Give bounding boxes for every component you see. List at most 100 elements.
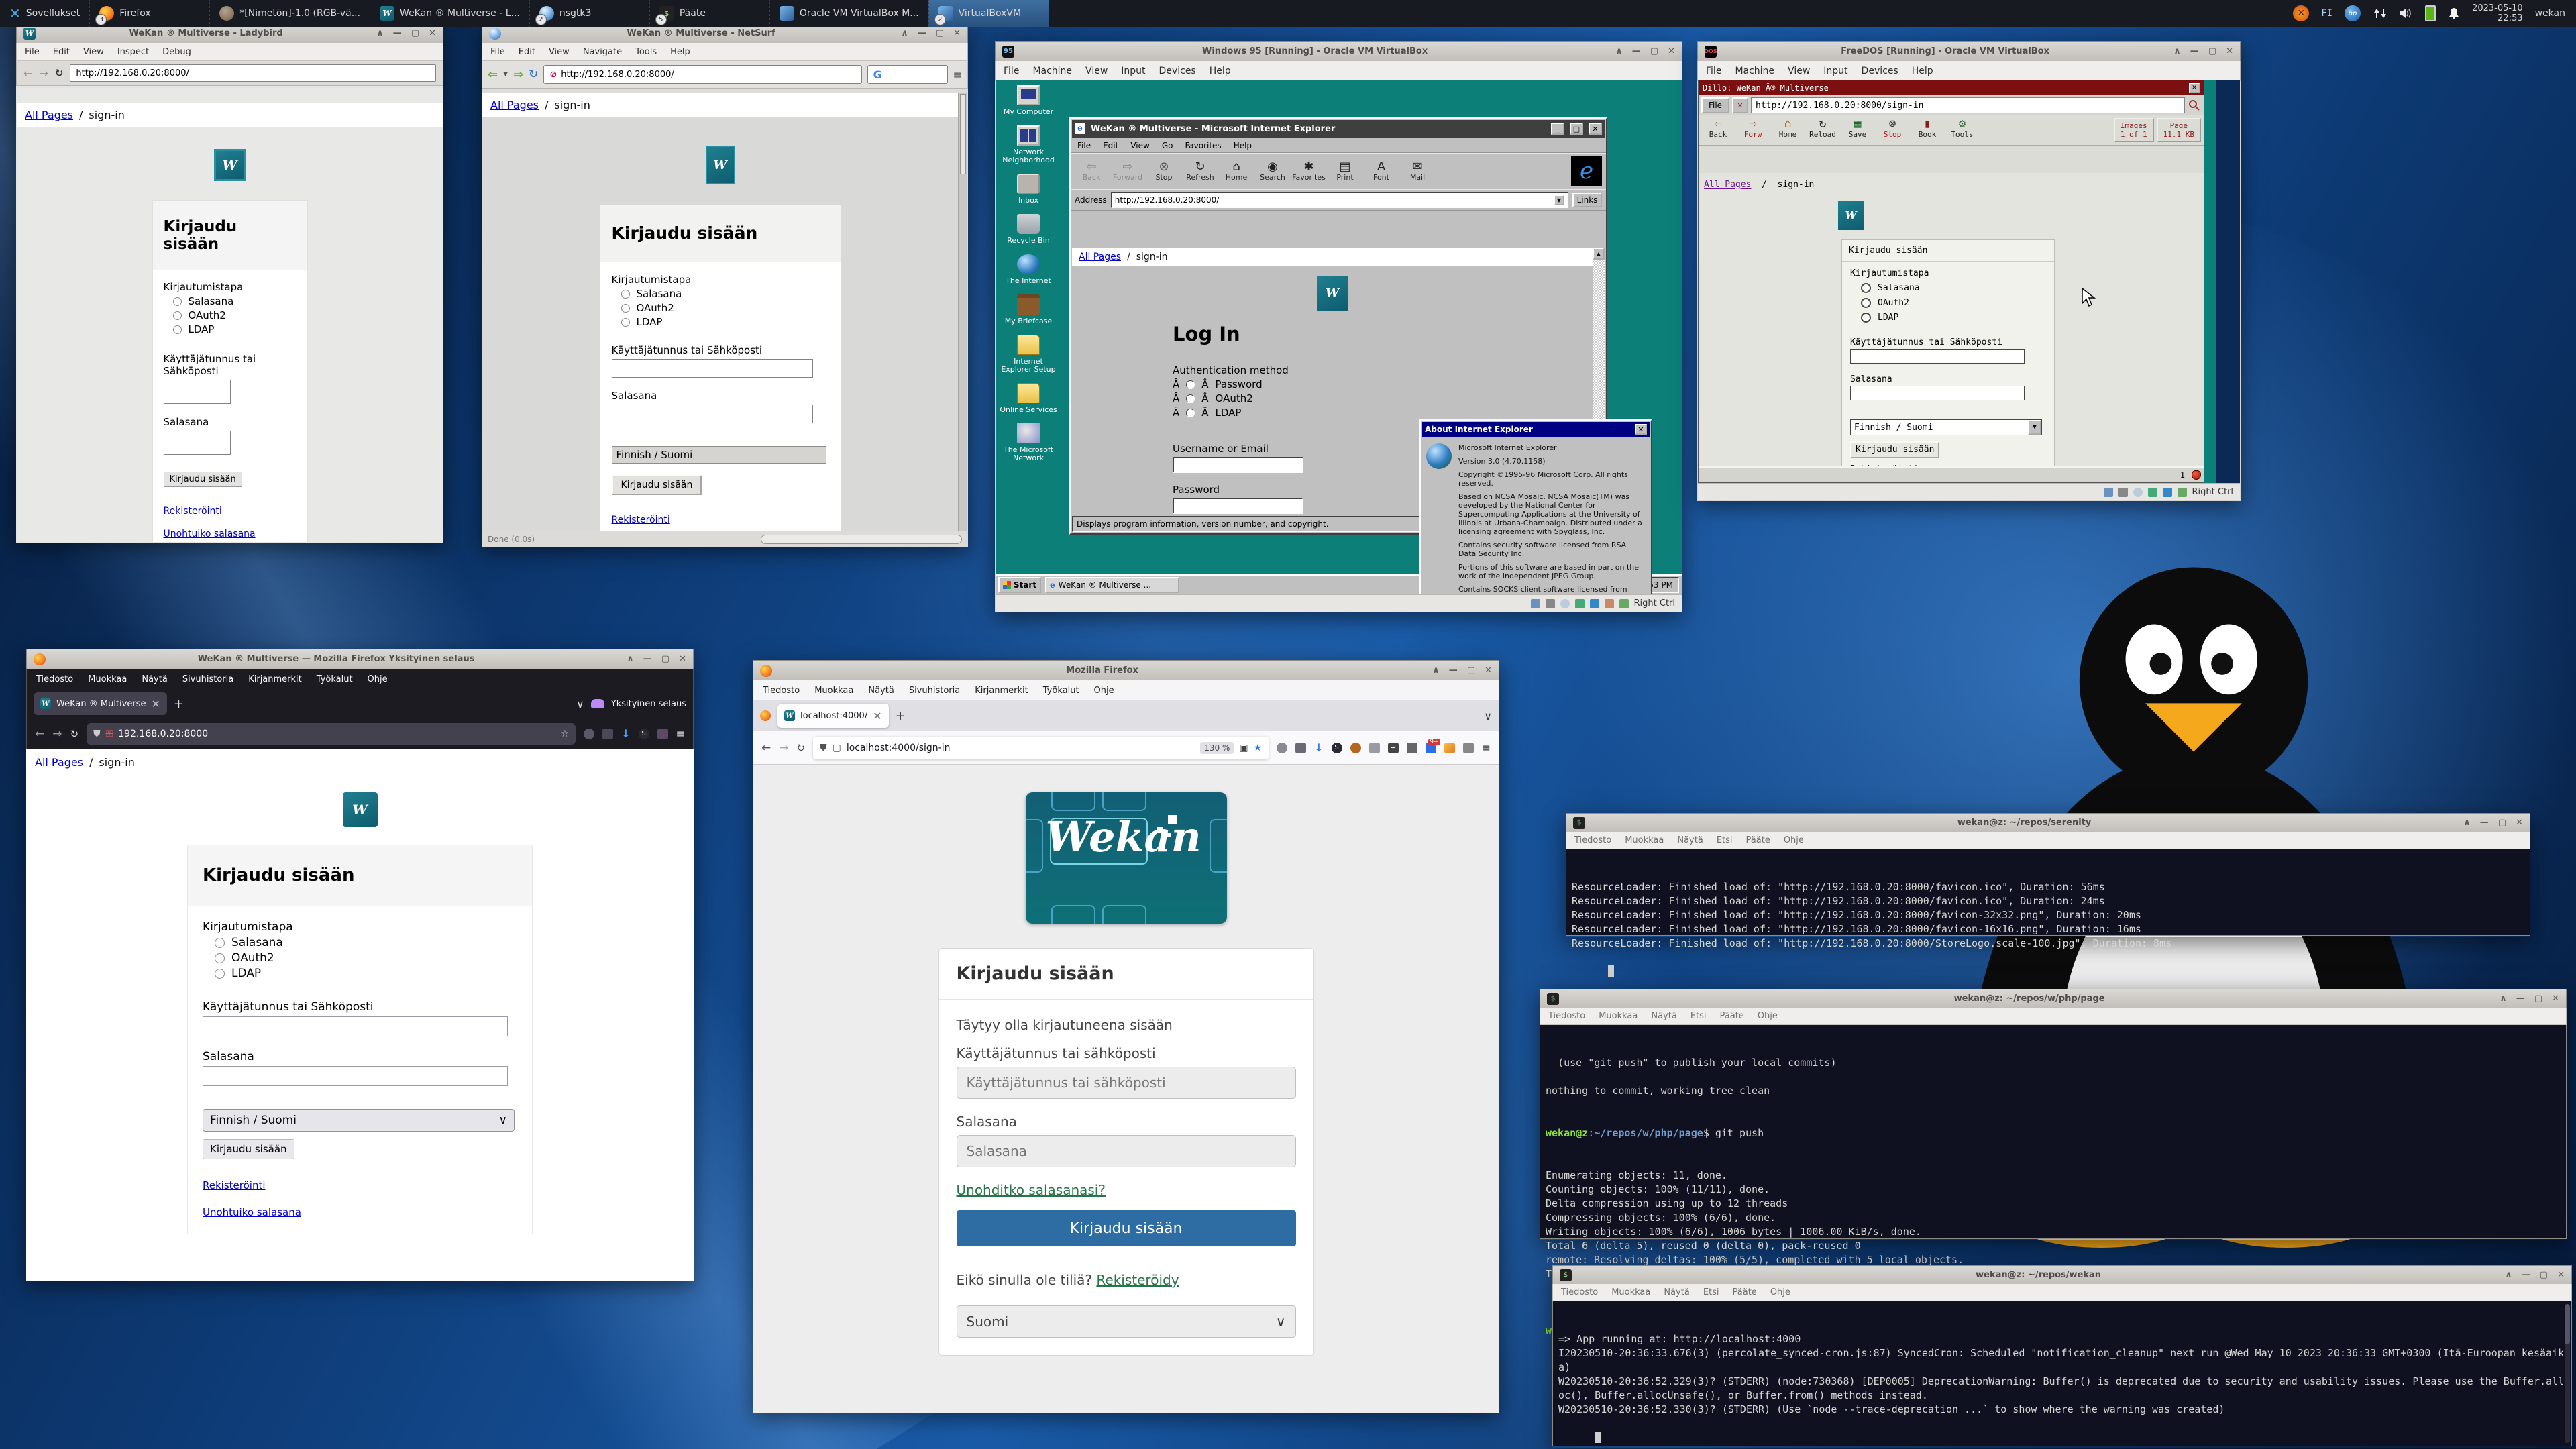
menu-item[interactable]: Etsi [1717,835,1733,845]
menu-item[interactable]: Help [1210,66,1231,76]
menu-item[interactable]: Sivuhistoria [909,686,960,696]
vbox-video-icon[interactable] [1619,599,1629,608]
all-pages-link[interactable]: All Pages [25,109,73,121]
radio-row[interactable]: LDAP [164,323,297,335]
search-button[interactable]: ◉Search [1256,161,1289,182]
radio-row[interactable]: ÂÂPassword [1173,378,1593,390]
close-button[interactable]: ✕ [1485,665,1492,676]
close-button[interactable]: ✕ [2226,46,2233,56]
bug-meter-count[interactable]: 1 [2176,470,2189,480]
taskbar-item-nsgtk3[interactable]: nsgtk3 2 [529,0,649,27]
shield-check-icon[interactable] [1295,743,1306,753]
close-button[interactable]: ✕ [953,28,961,38]
radio-row[interactable]: OAuth2 [203,951,517,965]
battery-icon[interactable] [2425,5,2436,21]
radio-ldap[interactable] [1861,313,1871,323]
radio-password[interactable] [173,297,182,306]
maximize-button[interactable]: ▢ [2498,818,2506,828]
forgot-password-link[interactable]: Unohtuiko salasana [203,1206,301,1218]
forgot-password-link[interactable]: Unohditko salasanasi? [957,1182,1106,1198]
menu-item[interactable]: Muokkaa [814,686,853,696]
taskbar-item-wekan-ladybird[interactable]: W WeKan ® Multiverse - L... [370,0,529,27]
language-select[interactable]: Finnish / Suomi∨ [203,1109,515,1132]
home-button[interactable]: ⌂Home [1220,161,1253,182]
username-input[interactable] [957,1067,1296,1099]
extensions-puzzle-icon[interactable]: + [1388,743,1399,753]
menu-hamburger-icon[interactable]: ≡ [1482,741,1491,754]
minimize-button[interactable]: — [1632,46,1641,56]
forgot-password-link[interactable]: Unohtuiko salasana [164,529,256,539]
print-button[interactable]: ▤Print [1328,161,1362,182]
menu-item[interactable]: Machine [1032,66,1072,76]
extension-shield-icon[interactable] [1369,743,1380,753]
radio-oauth2[interactable] [1861,298,1871,308]
menu-item[interactable]: Pääte [1720,1011,1744,1021]
menu-item[interactable]: Devices [1862,66,1898,76]
language-select[interactable]: Suomi∨ [957,1305,1296,1338]
close-button[interactable]: ✕ [1668,46,1675,56]
username-input[interactable] [164,380,231,404]
signin-button[interactable]: Kirjaudu sisään [164,472,242,487]
shade-button[interactable]: ∧ [1432,665,1440,676]
radio-password[interactable] [215,938,225,948]
terminal-titlebar[interactable]: $ wekan@z: ~/repos/serenity ∧—▢✕ [1566,813,2530,832]
desktop-icon-recycle-bin[interactable]: Recycle Bin [1000,214,1057,245]
vbox-usb-icon[interactable] [2163,488,2172,497]
reload-icon[interactable]: ↻ [70,728,79,740]
back-button[interactable]: ⇦Back [1075,161,1108,182]
maximize-button[interactable]: ▢ [2208,46,2216,56]
minimize-button[interactable]: — [643,654,652,664]
menu-item[interactable]: Sivuhistoria [182,674,233,684]
terminal-titlebar[interactable]: $ wekan@z: ~/repos/wekan ∧—▢✕ [1552,1265,2572,1284]
extension-box-icon[interactable] [1407,743,1417,753]
tray-username[interactable]: wekan [2535,8,2565,19]
menu-item[interactable]: Pääte [1733,1287,1757,1297]
radio-row[interactable]: OAuth2 [612,302,829,314]
register-link[interactable]: Rekisteröinti [164,506,222,517]
shade-button[interactable]: ∧ [2174,46,2181,56]
bookmark-star-icon[interactable]: ★ [1254,743,1263,753]
menu-item[interactable]: Pääte [1746,835,1770,845]
tools-button[interactable]: ⚙Tools [1945,118,1979,139]
vbox-usb-icon[interactable] [1590,599,1599,608]
menu-item[interactable]: Etsi [1690,1011,1707,1021]
minimize-button[interactable]: — [1449,665,1458,676]
close-button[interactable]: ✕ [2552,994,2559,1004]
menu-item[interactable]: Näytä [142,674,167,684]
shade-button[interactable]: ∧ [2500,994,2507,1004]
url-bar[interactable]: ⛊ ▢ localhost:4000/sign-in 130 % ▣ ★ [813,737,1269,759]
radio-password[interactable] [621,290,630,299]
about-dialog-titlebar[interactable]: About Internet Explorer ✕ [1422,422,1650,437]
password-input[interactable] [1173,498,1303,514]
menu-item[interactable]: File [1004,66,1019,76]
vbox-titlebar[interactable]: 95 Windows 95 [Running] - Oracle VM Virt… [995,41,1682,61]
shield-icon[interactable]: ⛊ [820,743,827,753]
menu-item[interactable]: View [1788,66,1810,76]
list-tabs-icon[interactable]: ∨ [576,698,584,710]
stop-button[interactable]: ⊗Stop [1147,161,1181,182]
extension-arrow-icon[interactable] [1444,743,1455,753]
register-link[interactable]: Rekisteröinti [612,515,670,525]
minimize-button[interactable]: — [2190,46,2199,56]
desktop-icon-ie-setup-folder[interactable]: Internet Explorer Setup [1000,335,1057,374]
menu-item[interactable]: Help [1234,141,1252,150]
radio-row[interactable]: OAuth2 [1850,298,2046,308]
menu-item[interactable]: Go [1162,141,1173,150]
menu-item[interactable]: Input [1823,66,1847,76]
terminal-output[interactable]: (use "git push" to publish your local co… [1540,1025,2567,1239]
maximize-button[interactable]: ▢ [936,28,944,38]
radio-oauth2[interactable] [621,304,630,313]
vbox-cd-icon[interactable] [1560,599,1570,608]
zoom-level-badge[interactable]: 130 % [1200,742,1234,754]
menu-item[interactable]: Edit [53,47,70,57]
menu-item[interactable]: Edit [519,47,535,57]
list-tabs-icon[interactable]: ∨ [1484,710,1492,722]
extension-s-icon[interactable]: S [1332,743,1342,753]
vbox-cd-icon[interactable] [2133,488,2143,497]
back-icon[interactable]: ← [761,741,771,755]
language-select[interactable]: Finnish / Suomi [612,446,826,464]
username-input[interactable] [203,1016,508,1036]
shield-check-icon[interactable] [602,729,613,739]
menu-item[interactable]: Machine [1735,66,1774,76]
extension-s-icon[interactable]: S [639,729,649,739]
